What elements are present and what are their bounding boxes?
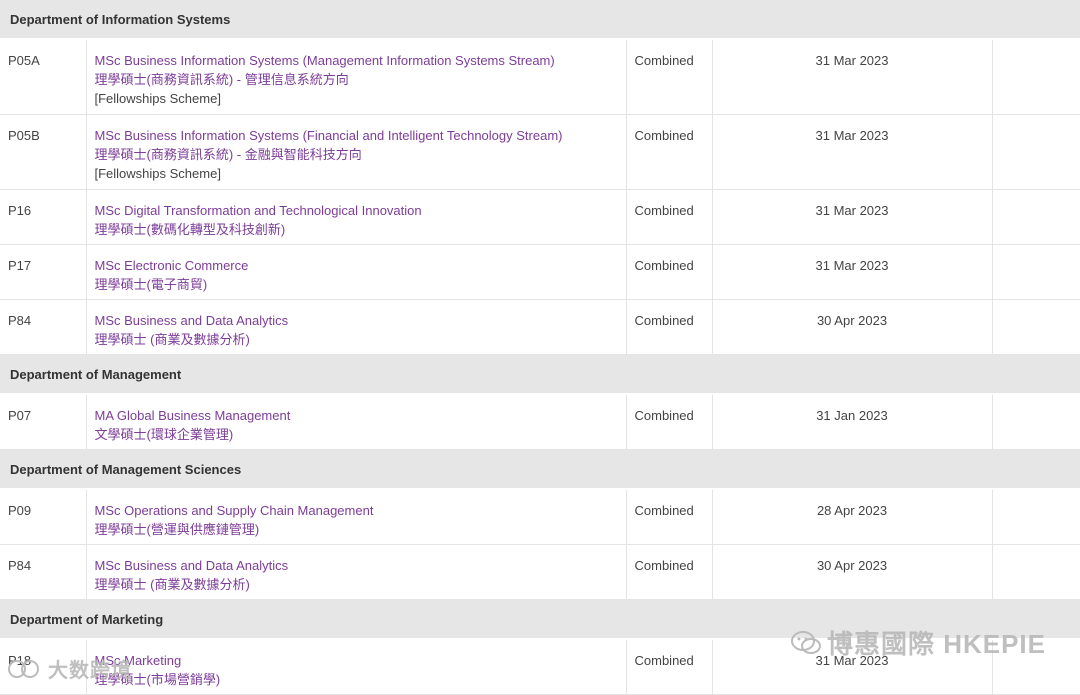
programme-chinese-name: 理學碩士(營運與供應鏈管理) [94, 522, 260, 537]
empty-cell [992, 114, 1080, 190]
programme-cell: MSc Electronic Commerce 理學碩士(電子商貿) [86, 244, 627, 300]
programme-link[interactable]: MSc Marketing [95, 651, 618, 670]
programme-chinese-name: 理學碩士 (商業及數據分析) [94, 577, 250, 592]
empty-cell [992, 544, 1080, 600]
table-row: P16 MSc Digital Transformation and Techn… [0, 189, 1080, 245]
programme-chinese-name: 理學碩士 (商業及數據分析) [94, 332, 250, 347]
application-deadline: 31 Mar 2023 [712, 114, 993, 190]
empty-cell [992, 244, 1080, 300]
department-title: Department of Management Sciences [0, 449, 1080, 490]
study-mode: Combined [626, 189, 713, 245]
empty-cell [992, 394, 1080, 450]
empty-cell [992, 189, 1080, 245]
table-row: P84 MSc Business and Data Analytics 理學碩士… [0, 544, 1080, 600]
empty-cell [992, 489, 1080, 545]
table-row: P84 MSc Business and Data Analytics 理學碩士… [0, 299, 1080, 355]
programme-cell: MSc Business Information Systems (Manage… [86, 39, 627, 115]
table-row: P18 MSc Marketing 理學碩士(市場營銷學) Combined 3… [0, 639, 1080, 695]
programme-chinese-name: 理學碩士(市場營銷學) [94, 672, 221, 687]
programme-cell: MSc Business and Data Analytics 理學碩士 (商業… [86, 299, 627, 355]
programme-chinese-name: 文學碩士(環球企業管理) [94, 427, 234, 442]
programme-code: P17 [0, 244, 87, 300]
study-mode: Combined [626, 394, 713, 450]
department-header: Department of Information Systems [0, 0, 1080, 40]
table-row: P05B MSc Business Information Systems (F… [0, 114, 1080, 190]
programme-cell: MA Global Business Management 文學碩士(環球企業管… [86, 394, 627, 450]
programme-link[interactable]: MSc Business Information Systems (Financ… [95, 126, 618, 145]
empty-cell [992, 299, 1080, 355]
study-mode: Combined [626, 489, 713, 545]
programme-link[interactable]: MSc Business and Data Analytics [95, 556, 618, 575]
programme-link[interactable]: MSc Digital Transformation and Technolog… [95, 201, 618, 220]
programme-link[interactable]: MSc Business and Data Analytics [95, 311, 618, 330]
programme-chinese-name: 理學碩士(商務資訊系統) - 管理信息系統方向 [94, 72, 349, 87]
application-deadline: 30 Apr 2023 [712, 299, 993, 355]
programme-link[interactable]: MSc Operations and Supply Chain Manageme… [95, 501, 618, 520]
programme-link[interactable]: MSc Electronic Commerce [95, 256, 618, 275]
programme-code: P84 [0, 544, 87, 600]
department-header: Department of Management Sciences [0, 449, 1080, 490]
programme-code: P05B [0, 114, 87, 190]
application-deadline: 31 Mar 2023 [712, 39, 993, 115]
programme-cell: MSc Marketing 理學碩士(市場營銷學) [86, 639, 627, 695]
programme-code: P05A [0, 39, 87, 115]
programme-link[interactable]: MSc Business Information Systems (Manage… [95, 51, 618, 70]
study-mode: Combined [626, 299, 713, 355]
department-header: Department of Marketing [0, 599, 1080, 640]
empty-cell [992, 639, 1080, 695]
application-deadline: 31 Mar 2023 [712, 639, 993, 695]
table-row: P09 MSc Operations and Supply Chain Mana… [0, 489, 1080, 545]
programme-cell: MSc Operations and Supply Chain Manageme… [86, 489, 627, 545]
study-mode: Combined [626, 544, 713, 600]
table-row: P07 MA Global Business Management 文學碩士(環… [0, 394, 1080, 450]
programme-note: [Fellowships Scheme] [94, 91, 221, 106]
study-mode: Combined [626, 114, 713, 190]
table-row: P17 MSc Electronic Commerce 理學碩士(電子商貿) C… [0, 244, 1080, 300]
programme-chinese-name: 理學碩士(電子商貿) [94, 277, 208, 292]
programme-cell: MSc Business and Data Analytics 理學碩士 (商業… [86, 544, 627, 600]
programme-code: P18 [0, 639, 87, 695]
programme-code: P16 [0, 189, 87, 245]
empty-cell [992, 39, 1080, 115]
department-header: Department of Management [0, 354, 1080, 395]
programme-chinese-name: 理學碩士(數碼化轉型及科技創新) [94, 222, 286, 237]
department-title: Department of Marketing [0, 599, 1080, 640]
programme-code: P07 [0, 394, 87, 450]
programme-chinese-name: 理學碩士(商務資訊系統) - 金融與智能科技方向 [94, 147, 362, 162]
programme-code: P09 [0, 489, 87, 545]
programme-cell: MSc Digital Transformation and Technolog… [86, 189, 627, 245]
programme-link[interactable]: MA Global Business Management [95, 406, 618, 425]
programme-table: Department of Information Systems P05A M… [0, 0, 1080, 695]
table-row: P05A MSc Business Information Systems (M… [0, 39, 1080, 115]
programme-note: [Fellowships Scheme] [94, 166, 221, 181]
application-deadline: 31 Jan 2023 [712, 394, 993, 450]
application-deadline: 30 Apr 2023 [712, 544, 993, 600]
study-mode: Combined [626, 244, 713, 300]
programme-cell: MSc Business Information Systems (Financ… [86, 114, 627, 190]
application-deadline: 28 Apr 2023 [712, 489, 993, 545]
application-deadline: 31 Mar 2023 [712, 189, 993, 245]
application-deadline: 31 Mar 2023 [712, 244, 993, 300]
programme-code: P84 [0, 299, 87, 355]
department-title: Department of Management [0, 354, 1080, 395]
department-title: Department of Information Systems [0, 0, 1080, 40]
study-mode: Combined [626, 639, 713, 695]
study-mode: Combined [626, 39, 713, 115]
